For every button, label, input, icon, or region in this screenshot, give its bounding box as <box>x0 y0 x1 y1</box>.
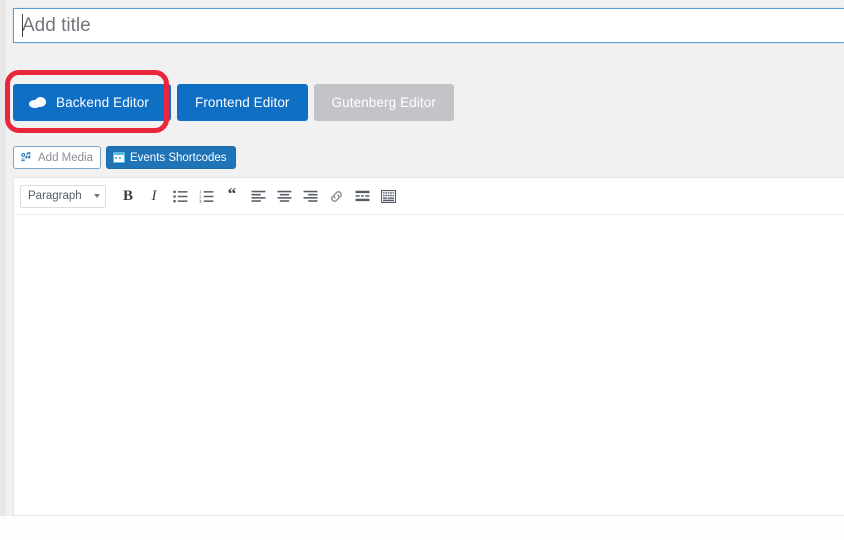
post-title-wrapper <box>13 8 844 43</box>
format-select-value: Paragraph <box>28 190 82 202</box>
events-shortcodes-label: Events Shortcodes <box>129 151 227 164</box>
toolbar-toggle-icon[interactable] <box>376 183 400 209</box>
cloud-icon <box>29 97 46 108</box>
chevron-down-icon <box>94 194 100 198</box>
bold-icon[interactable]: B <box>116 183 140 209</box>
numbered-list-icon[interactable]: 1 2 3 <box>194 183 218 209</box>
left-gutter-strip <box>0 0 6 516</box>
calendar-icon <box>112 152 125 163</box>
link-icon[interactable] <box>324 183 348 209</box>
backend-editor-button[interactable]: Backend Editor <box>13 84 171 121</box>
editor-mode-button-row: Backend Editor Frontend Editor Gutenberg… <box>13 84 454 121</box>
editor-content-area[interactable] <box>14 215 844 515</box>
align-center-icon[interactable] <box>272 183 296 209</box>
bold-label: B <box>122 187 133 204</box>
frontend-editor-label: Frontend Editor <box>194 95 290 110</box>
add-media-button[interactable]: Add Media <box>13 146 101 169</box>
bottom-filler <box>0 516 844 540</box>
align-right-icon[interactable] <box>298 183 322 209</box>
post-title-input[interactable] <box>13 8 844 43</box>
editor-toolbar: Paragraph B I 1 2 3 “ <box>14 178 844 215</box>
frontend-editor-button[interactable]: Frontend Editor <box>176 84 308 121</box>
wordpress-post-editor: Backend Editor Frontend Editor Gutenberg… <box>0 0 844 540</box>
add-media-label: Add Media <box>38 151 93 164</box>
gutenberg-editor-label: Gutenberg Editor <box>331 95 436 110</box>
italic-label: I <box>151 187 157 204</box>
blockquote-icon[interactable]: “ <box>220 183 244 209</box>
media-button-row: Add Media Events Shortcodes <box>13 146 236 169</box>
backend-editor-label: Backend Editor <box>56 95 149 110</box>
events-shortcodes-button[interactable]: Events Shortcodes <box>105 146 236 169</box>
svg-text:3: 3 <box>199 198 202 202</box>
format-select[interactable]: Paragraph <box>20 184 106 208</box>
italic-icon[interactable]: I <box>142 183 166 209</box>
blockquote-label: “ <box>227 184 237 203</box>
bulleted-list-icon[interactable] <box>168 183 192 209</box>
text-caret <box>22 14 23 37</box>
align-left-icon[interactable] <box>246 183 270 209</box>
read-more-icon[interactable] <box>350 183 374 209</box>
gutenberg-editor-button[interactable]: Gutenberg Editor <box>313 84 454 121</box>
editor-panel: Paragraph B I 1 2 3 “ <box>13 177 844 516</box>
media-camera-music-icon <box>20 151 33 164</box>
